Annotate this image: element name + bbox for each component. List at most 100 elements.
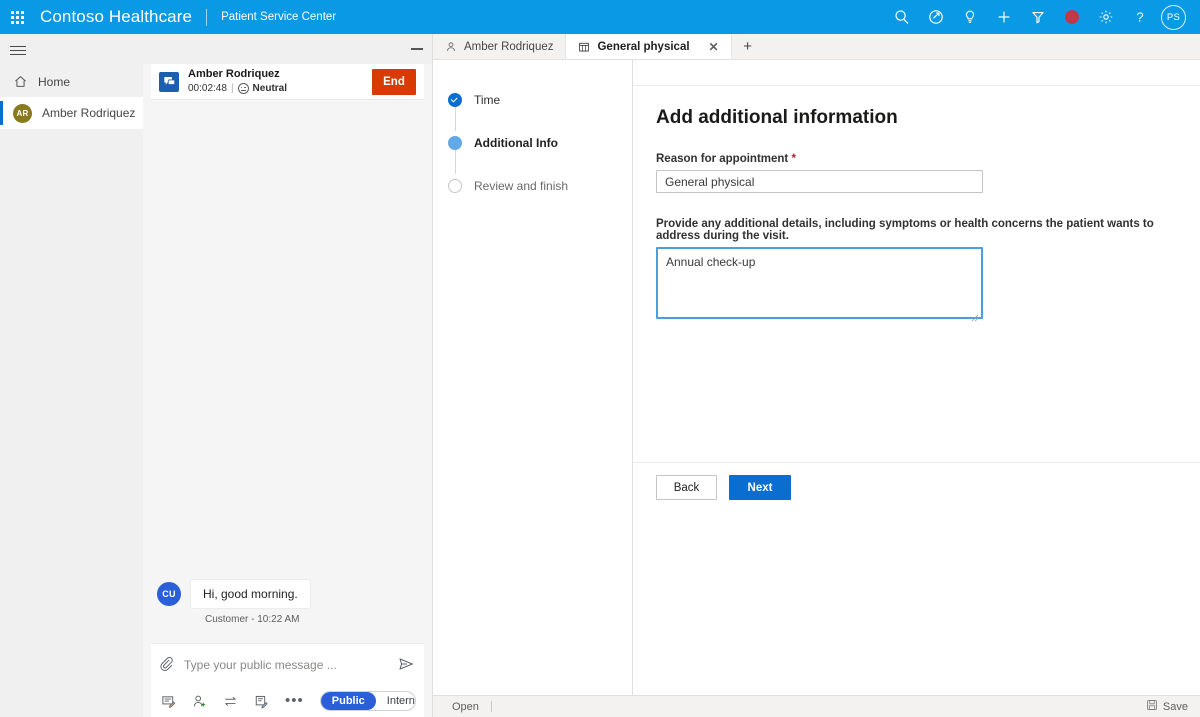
help-icon[interactable]: ? [1123, 0, 1157, 34]
minimize-icon[interactable] [411, 48, 423, 50]
wizard-stepper: Time Additional Info Review and finish [433, 60, 633, 695]
waffle-grid [10, 10, 24, 24]
calendar-icon [579, 42, 590, 51]
message-item: CU Hi, good morning. Customer - 10:22 AM [157, 579, 311, 625]
more-options-icon[interactable]: ••• [285, 693, 304, 708]
close-icon[interactable]: ✕ [709, 41, 719, 53]
plus-icon[interactable] [987, 0, 1021, 34]
person-icon [447, 41, 455, 51]
form-pane: Add additional information Reason for ap… [633, 60, 1200, 695]
toggle-public[interactable]: Public [320, 692, 376, 710]
message-visibility-toggle[interactable]: Public Internal [319, 691, 416, 711]
neutral-face-icon [237, 83, 249, 95]
step-review-and-finish[interactable]: Review and finish [433, 172, 632, 200]
step-review-indicator [448, 179, 462, 193]
send-icon[interactable] [398, 656, 414, 675]
sidebar-item-home[interactable]: Home [0, 66, 143, 97]
details-textarea-wrap [656, 247, 983, 322]
record-icon[interactable] [1055, 0, 1089, 34]
reason-label-text: Reason for appointment [656, 153, 789, 165]
form-top-divider [633, 60, 1200, 86]
tab-general-physical[interactable]: General physical ✕ [566, 34, 732, 59]
save-label: Save [1162, 700, 1188, 713]
add-participant-icon[interactable] [192, 694, 207, 709]
status-divider [490, 701, 492, 712]
message-composer: Type your public message ... ••• Public … [151, 643, 424, 717]
required-marker: * [791, 153, 796, 165]
save-icon [1146, 699, 1158, 714]
message-input[interactable]: Type your public message ... [184, 658, 388, 672]
save-button[interactable]: Save [1146, 699, 1200, 714]
toggle-internal[interactable]: Internal [376, 692, 415, 710]
chat-icon [159, 71, 179, 92]
tab-strip-filler [763, 34, 1200, 59]
conversation-transcript: CU Hi, good morning. Customer - 10:22 AM [151, 130, 424, 635]
tab-amber-rodriquez-label: Amber Rodriquez [464, 40, 554, 53]
app-launcher-icon[interactable] [0, 0, 34, 34]
record-dot [1065, 10, 1079, 24]
left-navigation: Home AR Amber Rodriquez [0, 34, 143, 717]
wizard-button-row: Back Next [656, 475, 1200, 500]
brand-title: Contoso Healthcare [40, 7, 193, 26]
work-area-panes: Time Additional Info Review and finish A… [433, 60, 1200, 695]
quick-replies-icon[interactable] [161, 694, 176, 709]
lightbulb-icon[interactable] [953, 0, 987, 34]
top-navigation-bar: Contoso Healthcare Patient Service Cente… [0, 0, 1200, 34]
status-left-group: Open [433, 701, 492, 713]
conversation-timer: 00:02:48 [188, 82, 227, 94]
message-bubble: Hi, good morning. [190, 579, 311, 609]
status-badge: Open [452, 700, 479, 713]
meta-separator: | [230, 82, 234, 94]
svg-text:?: ? [1136, 9, 1143, 24]
message-avatar: CU [157, 582, 181, 606]
form-actions: Back Next [633, 464, 1200, 549]
transfer-icon[interactable] [223, 694, 238, 709]
end-conversation-button[interactable]: End [372, 68, 416, 95]
step-review-and-finish-label: Review and finish [474, 179, 569, 193]
status-bar: Open Save [433, 695, 1200, 717]
paperclip-icon[interactable] [159, 656, 174, 674]
message-line: CU Hi, good morning. [157, 579, 311, 609]
tab-amber-rodriquez[interactable]: Amber Rodriquez [433, 34, 567, 59]
hamburger-icon[interactable] [0, 34, 143, 66]
avatar: AR [13, 103, 32, 123]
search-icon[interactable] [885, 0, 919, 34]
details-textarea[interactable] [656, 247, 983, 319]
composer-input-row: Type your public message ... [151, 644, 424, 686]
assistant-icon[interactable] [919, 0, 953, 34]
sidebar-item-amber-rodriquez-label: Amber Rodriquez [42, 106, 136, 120]
sidebar-item-amber-rodriquez[interactable]: AR Amber Rodriquez [0, 97, 143, 129]
app-root: Contoso Healthcare Patient Service Cente… [0, 0, 1200, 717]
conversation-panel-titlebar [143, 34, 432, 64]
back-button[interactable]: Back [656, 475, 717, 500]
topbar-icon-group: ? PS [885, 0, 1200, 34]
conversation-panel: Amber Rodriquez 00:02:48 | Neutral End C… [143, 34, 433, 717]
tab-strip: Amber Rodriquez General physical ✕ + [433, 34, 1200, 60]
message-caption: Customer - 10:22 AM [205, 614, 300, 625]
step-additional-info-indicator [448, 136, 462, 150]
page-title: Add additional information [656, 107, 898, 128]
reason-label: Reason for appointment * [656, 153, 1200, 165]
gear-icon[interactable] [1089, 0, 1123, 34]
home-icon [15, 76, 26, 87]
filter-icon[interactable] [1021, 0, 1055, 34]
conversation-substatus: 00:02:48 | Neutral [188, 83, 372, 96]
app-name: Patient Service Center [221, 11, 337, 23]
reason-input[interactable] [656, 170, 983, 193]
sidebar-item-home-label: Home [38, 74, 71, 89]
brand-divider [206, 8, 208, 26]
user-avatar[interactable]: PS [1161, 4, 1186, 30]
tab-general-physical-label: General physical [597, 40, 690, 53]
notes-icon[interactable] [254, 694, 269, 709]
next-button[interactable]: Next [729, 475, 791, 500]
details-field-group: Provide any additional details, includin… [656, 218, 1200, 322]
add-tab-icon[interactable]: + [731, 34, 764, 59]
step-time[interactable]: Time [433, 86, 632, 114]
conversation-meta: Amber Rodriquez 00:02:48 | Neutral [188, 68, 372, 95]
sentiment-label: Neutral [252, 82, 287, 94]
step-time-label: Time [474, 93, 501, 107]
conversation-header: Amber Rodriquez 00:02:48 | Neutral End [151, 64, 424, 100]
reason-field-group: Reason for appointment * [656, 153, 1200, 193]
step-time-indicator [448, 93, 462, 107]
step-additional-info[interactable]: Additional Info [433, 129, 632, 157]
